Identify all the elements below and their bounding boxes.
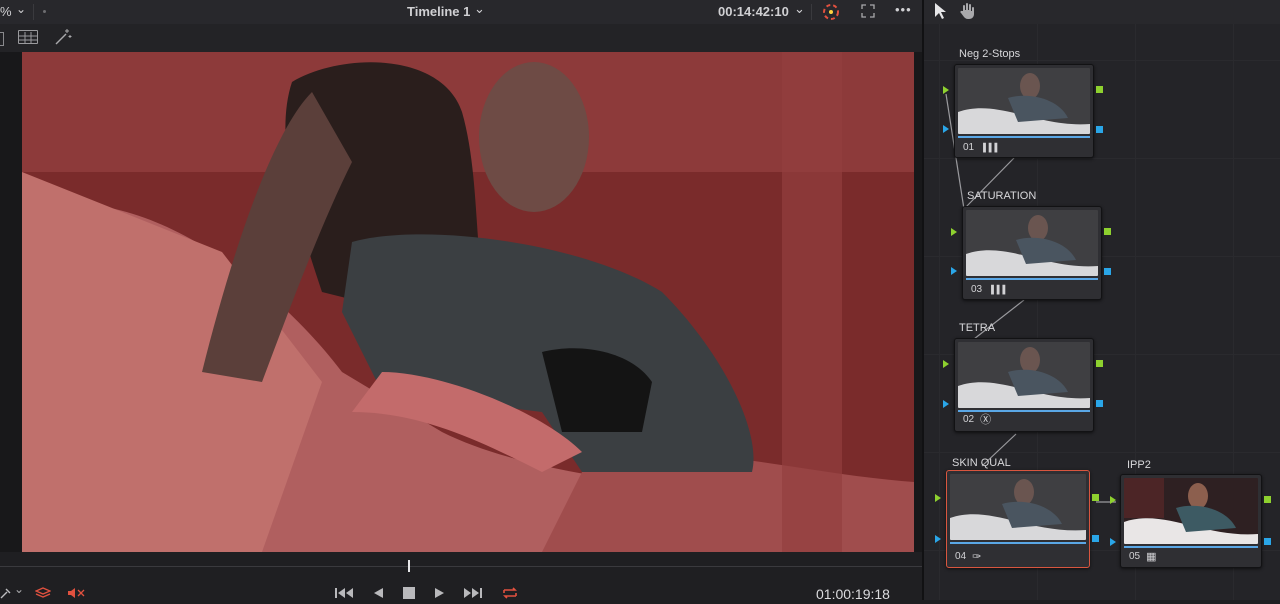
node-thumbnail (950, 474, 1086, 540)
node-label: Neg 2-Stops (959, 48, 1021, 60)
rgb-output-icon[interactable] (1096, 360, 1103, 367)
alpha-output-icon[interactable] (1092, 535, 1099, 542)
rgb-input-icon[interactable] (1110, 496, 1116, 504)
node-label: IPP2 (1127, 459, 1151, 471)
split-view-icon[interactable] (0, 32, 4, 46)
node-05[interactable]: 05 ▦ (1120, 474, 1262, 568)
fullscreen-icon[interactable] (861, 4, 875, 18)
divider (811, 4, 812, 20)
ofx-plugin-icon: Ⓧ (980, 414, 992, 426)
timeline-title[interactable]: Timeline 1 (407, 4, 470, 19)
rgb-output-icon[interactable] (1264, 496, 1271, 503)
magic-wand-icon[interactable] (54, 28, 72, 46)
node-number: 03 (971, 284, 983, 295)
timecode-display[interactable]: 00:14:42:10 (718, 4, 789, 19)
grid-icon: ▦ (1146, 551, 1157, 563)
scrubber-track[interactable] (0, 566, 922, 567)
alpha-output-icon[interactable] (1104, 268, 1111, 275)
node-thumbnail (958, 68, 1090, 134)
node-activity-line (1124, 546, 1258, 548)
alpha-input-icon[interactable] (935, 535, 941, 543)
rgb-output-icon[interactable] (1096, 86, 1103, 93)
node-number: 05 (1129, 551, 1141, 562)
viewer-top-bar (0, 0, 1280, 25)
tool-icon[interactable] (0, 586, 12, 599)
node-activity-line (958, 136, 1090, 138)
node-thumbnail (966, 210, 1098, 276)
eyedropper-icon: ✑ (972, 551, 982, 563)
bars-icon: ▐▐▐ (980, 143, 998, 152)
viewer-toolbar (0, 24, 922, 53)
play-icon[interactable] (432, 584, 448, 602)
pointer-tool-icon[interactable] (933, 2, 947, 20)
alpha-output-icon[interactable] (1096, 126, 1103, 133)
node-activity-line (950, 542, 1086, 544)
go-to-first-frame-icon[interactable] (334, 584, 356, 602)
more-options-icon[interactable]: ••• (895, 2, 912, 17)
timecode-dropdown-chevron-icon[interactable]: ⌄ (794, 1, 805, 17)
video-frame[interactable] (22, 52, 914, 552)
alpha-input-icon[interactable] (943, 400, 949, 408)
stop-icon[interactable] (401, 584, 417, 602)
rgb-input-icon[interactable] (943, 86, 949, 94)
alpha-output-icon[interactable] (1096, 400, 1103, 407)
rgb-input-icon[interactable] (943, 360, 949, 368)
timeline-dropdown-chevron-icon[interactable]: ⌄ (474, 1, 485, 17)
node-04[interactable]: 04 ✑ (946, 470, 1090, 568)
hand-tool-icon[interactable] (959, 2, 977, 20)
node-label: SATURATION (967, 190, 1037, 202)
rgb-input-icon[interactable] (935, 494, 941, 502)
scrubber-playhead[interactable] (408, 560, 410, 572)
node-number: 04 (955, 551, 967, 562)
node-number: 01 (963, 142, 975, 153)
node-number: 02 (963, 413, 975, 425)
alpha-input-icon[interactable] (943, 125, 949, 133)
alpha-input-icon[interactable] (1110, 538, 1116, 546)
node-02[interactable]: 02 Ⓧ (954, 338, 1094, 432)
zoom-dropdown-chevron-icon[interactable]: ⌄ (16, 2, 26, 16)
mute-icon[interactable] (67, 586, 85, 598)
node-activity-line (966, 278, 1098, 280)
dot-icon (43, 10, 46, 13)
node-03[interactable]: 03 ▐▐▐ (962, 206, 1102, 300)
node-thumbnail (1124, 478, 1258, 544)
play-reverse-icon[interactable] (370, 584, 386, 602)
loop-icon[interactable] (499, 584, 521, 602)
zoom-level[interactable]: % (0, 4, 12, 19)
go-to-last-frame-icon[interactable] (461, 584, 483, 602)
rgb-output-icon[interactable] (1104, 228, 1111, 235)
rgb-input-icon[interactable] (951, 228, 957, 236)
node-thumbnail (958, 342, 1090, 408)
node-label: SKIN QUAL (952, 457, 1011, 469)
alpha-input-icon[interactable] (951, 267, 957, 275)
rgb-output-icon[interactable] (1092, 494, 1099, 501)
tool-dropdown-chevron-icon[interactable]: ⌄ (14, 582, 24, 596)
layers-icon[interactable] (34, 586, 52, 598)
grid-view-icon[interactable] (18, 30, 38, 44)
bars-icon: ▐▐▐ (988, 285, 1006, 294)
divider (33, 4, 34, 20)
node-label: TETRA (959, 322, 996, 334)
node-01[interactable]: 01 ▐▐▐ (954, 64, 1094, 158)
color-wheel-icon[interactable] (822, 3, 840, 21)
alpha-output-icon[interactable] (1264, 538, 1271, 545)
